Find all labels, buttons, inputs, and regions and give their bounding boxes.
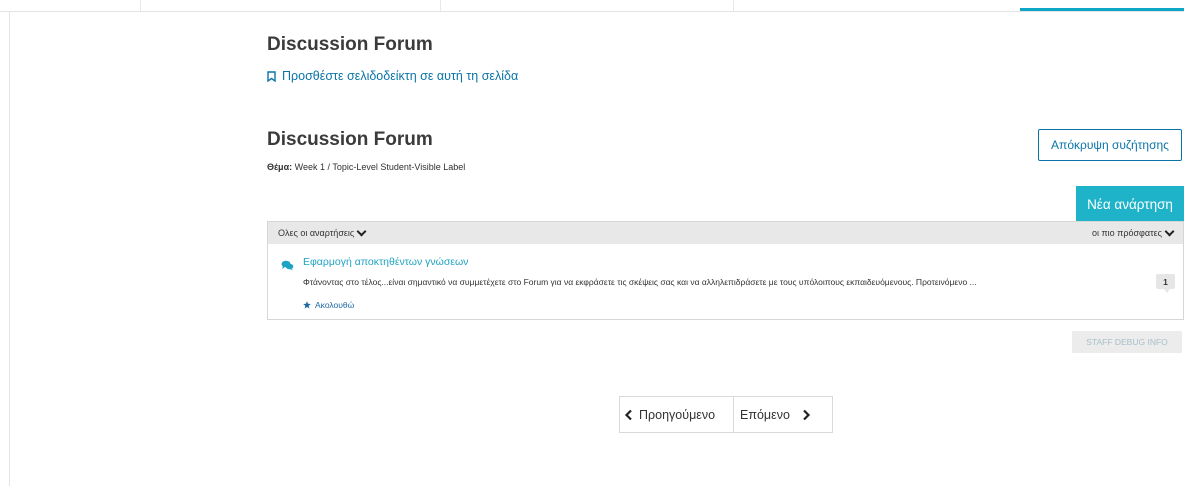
sort-dropdown[interactable]: οι πιο πρόσφατες [1091,226,1175,238]
previous-label: Προηγούμενο [639,407,716,422]
pagination: Προηγούμενο Επόμενο [619,396,833,433]
next-label: Επόμενο [740,407,790,422]
comment-count-badge: 1 [1156,274,1175,293]
chevron-down-icon [1164,226,1175,237]
nav-divider [140,0,141,11]
thread-list-header: Ολες οι αναρτήσεις οι πιο πρόσφατες [268,222,1183,244]
filter-dropdown[interactable]: Ολες οι αναρτήσεις [278,226,367,238]
new-post-button[interactable]: Νέα ανάρτηση [1076,186,1184,223]
chevron-right-icon [803,409,810,420]
hide-discussion-button[interactable]: Απόκρυψη συζήτησης [1038,129,1182,161]
nav-divider [440,0,441,11]
content-border [9,11,10,486]
bookmark-label: Προσθέστε σελιδοδείκτη σε αυτή τη σελίδα [282,69,519,83]
topic-label: Θέμα: [267,162,293,172]
chevron-left-icon [624,409,632,420]
topic-value: Week 1 / Topic-Level Student-Visible Lab… [294,162,466,172]
previous-button[interactable]: Προηγούμενο [620,397,734,432]
sort-label: οι πιο πρόσφατες [1091,228,1162,238]
thread-title[interactable]: Εφαρμογή αποκτηθέντων γνώσεων [303,256,468,268]
thread-list: Ολες οι αναρτήσεις οι πιο πρόσφατες Εφαρ… [267,221,1184,320]
topic-line: Θέμα: Week 1 / Topic-Level Student-Visib… [267,162,465,172]
bookmark-icon [267,70,276,82]
follow-label: Ακολουθώ [315,300,355,310]
forum-title: Discussion Forum [267,129,433,150]
star-icon [303,301,311,309]
nav-divider [733,0,734,11]
bookmark-link[interactable]: Προσθέστε σελιδοδείκτη σε αυτή τη σελίδα [267,69,518,83]
next-button[interactable]: Επόμενο [734,397,832,432]
top-navigation-bar [0,0,1184,12]
chevron-down-icon [356,226,367,237]
thread-excerpt: Φτάνοντας στο τέλος...είναι σημαντικό να… [303,277,977,287]
discussion-icon [281,260,294,271]
list-item[interactable]: Εφαρμογή αποκτηθέντων γνώσεων Φτάνοντας … [268,244,1183,321]
page-title: Discussion Forum [267,34,433,55]
active-tab-indicator [1020,8,1184,11]
staff-debug-button[interactable]: STAFF DEBUG INFO [1072,331,1182,353]
filter-label: Ολες οι αναρτήσεις [278,228,355,238]
follow-link[interactable]: Ακολουθώ [303,300,354,310]
